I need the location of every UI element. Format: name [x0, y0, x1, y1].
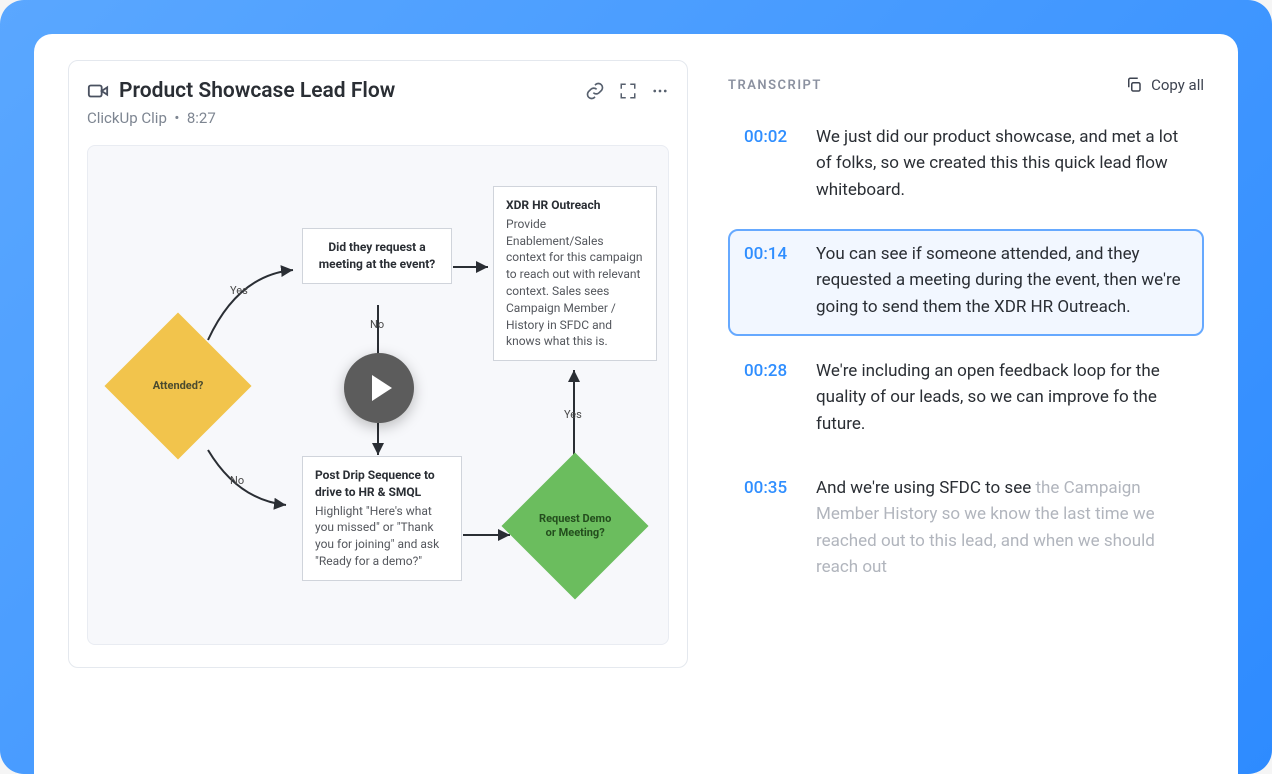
expand-icon[interactable] — [619, 82, 637, 100]
transcript-timestamp[interactable]: 00:35 — [744, 475, 794, 580]
edge-label-yes: Yes — [230, 284, 248, 297]
transcript-text: And we're using SFDC to see the Campaign… — [816, 475, 1188, 580]
flow-canvas: Attended? Yes No Did they request a meet… — [87, 145, 669, 645]
transcript-segment[interactable]: 00:14 You can see if someone attended, an… — [728, 229, 1204, 336]
transcript-segment[interactable]: 00:35 And we're using SFDC to see the Cam… — [728, 463, 1204, 596]
transcript-timestamp[interactable]: 00:14 — [744, 241, 794, 320]
edge-label-yes-2: Yes — [564, 408, 582, 421]
copy-icon — [1125, 76, 1143, 94]
transcript-timestamp[interactable]: 00:02 — [744, 124, 794, 203]
more-icon[interactable] — [651, 82, 669, 100]
transcript-segment[interactable]: 00:02 We just did our product showcase, a… — [728, 112, 1204, 219]
transcript-heading: TRANSCRIPT — [728, 78, 822, 93]
clip-card: Product Showcase Lead Flow — [68, 60, 688, 668]
edge-label-no-2: No — [370, 318, 384, 331]
transcript-text: We just did our product showcase, and me… — [816, 124, 1188, 203]
transcript-text: We're including an open feedback loop fo… — [816, 358, 1188, 437]
link-icon[interactable] — [585, 81, 605, 101]
transcript-text: You can see if someone attended, and the… — [816, 241, 1188, 320]
flow-node-postdrip: Post Drip Sequence to drive to HR & SMQL… — [302, 456, 462, 581]
edge-label-no: No — [230, 474, 244, 487]
video-icon — [87, 80, 109, 102]
flow-node-xdr: XDR HR Outreach Provide Enablement/Sales… — [493, 186, 657, 361]
clip-subtitle: ClickUp Clip • 8:27 — [87, 109, 669, 127]
transcript-timestamp[interactable]: 00:28 — [744, 358, 794, 437]
copy-all-button[interactable]: Copy all — [1125, 76, 1204, 94]
play-button[interactable] — [344, 353, 414, 423]
transcript-segment[interactable]: 00:28 We're including an open feedback lo… — [728, 346, 1204, 453]
clip-title: Product Showcase Lead Flow — [119, 79, 575, 103]
transcript-panel: TRANSCRIPT Copy all 00:02 We just did our… — [728, 60, 1204, 774]
flow-node-meeting: Did they request a meeting at the event? — [302, 228, 452, 284]
